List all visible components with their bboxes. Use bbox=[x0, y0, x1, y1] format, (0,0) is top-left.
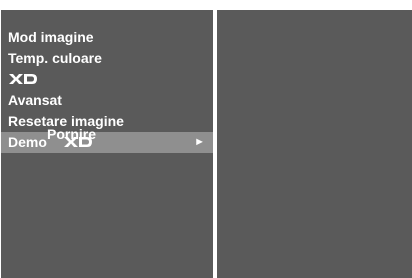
menu-item-label: Avansat bbox=[8, 92, 62, 108]
menu-item-label: Mod imagine bbox=[8, 29, 94, 45]
menu-item-picture-reset[interactable]: Resetare imagine bbox=[1, 111, 213, 132]
picture-menu: Mod imagine Temp. culoare Avansat Reseta… bbox=[1, 27, 213, 153]
menu-item-xd[interactable] bbox=[1, 69, 213, 90]
menu-item-demo[interactable]: Demo ► bbox=[1, 132, 213, 153]
submenu-panel bbox=[217, 10, 412, 278]
submenu-item-start[interactable]: Pornire bbox=[47, 126, 96, 142]
menu-item-picture-mode[interactable]: Mod imagine bbox=[1, 27, 213, 48]
menu-item-advanced[interactable]: Avansat bbox=[1, 90, 213, 111]
right-arrow-icon: ► bbox=[194, 136, 205, 148]
menu-item-label: Temp. culoare bbox=[8, 50, 102, 66]
xd-logo bbox=[9, 74, 37, 85]
tv-osd-screen: Mod imagine Temp. culoare Avansat Reseta… bbox=[0, 0, 412, 278]
menu-item-label: Demo bbox=[8, 134, 47, 150]
menu-item-color-temperature[interactable]: Temp. culoare bbox=[1, 48, 213, 69]
picture-menu-panel: Mod imagine Temp. culoare Avansat Reseta… bbox=[1, 10, 213, 278]
